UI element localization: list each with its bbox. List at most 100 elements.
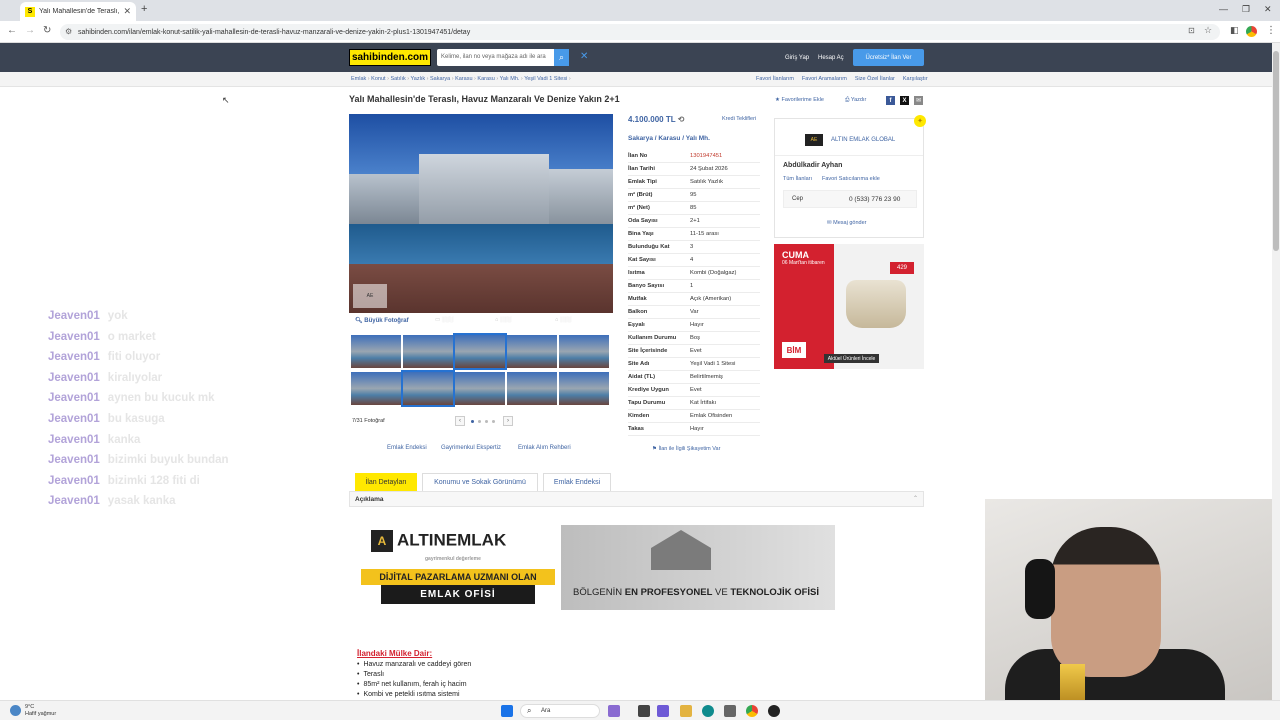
x-twitter-icon[interactable]: X [900, 96, 909, 105]
print-label: Yazdır [850, 97, 867, 103]
breadcrumb-item[interactable]: Konut [371, 76, 385, 82]
maximize-icon[interactable]: ❐ [1242, 4, 1250, 15]
close-window-icon[interactable]: ✕ [1264, 4, 1272, 15]
all-ads-link[interactable]: Tüm İlanları [783, 176, 812, 182]
chat-message: Jeaven01 kanka [48, 434, 140, 454]
photo-thumbnail[interactable] [403, 335, 453, 368]
breadcrumb-item[interactable]: Yalı Mh. [500, 76, 520, 82]
search-icon[interactable]: ⌕ [554, 49, 569, 66]
store-icon[interactable] [724, 705, 736, 717]
top-link[interactable]: Favori Aramalarım [802, 76, 847, 82]
favorite-seller-link[interactable]: Favori Satıcılarıma ekle [822, 176, 880, 182]
store-badge-icon: ✦ [914, 115, 926, 127]
top-link[interactable]: Size Özel İlanlar [855, 76, 895, 82]
extensions-icon[interactable]: ◧ [1230, 25, 1239, 36]
chrome-icon[interactable] [746, 705, 758, 717]
clear-search-icon[interactable]: ✕ [580, 51, 588, 62]
reload-icon[interactable]: ↻ [43, 25, 51, 36]
detail-row: Kullanım Durumu Boş [628, 332, 760, 345]
site-info-icon[interactable]: ⚙ [65, 27, 72, 36]
photo-thumbnail[interactable] [559, 335, 609, 368]
photo-thumbnail[interactable] [351, 372, 401, 405]
bim-ad-banner[interactable]: CUMA 06 Mart'tan itibaren 429 BİM Aktüel… [774, 244, 924, 369]
login-link[interactable]: Giriş Yap [785, 55, 809, 61]
close-tab-icon[interactable]: ✕ [123, 6, 131, 17]
photo-thumbnail[interactable] [455, 372, 505, 405]
send-message-link[interactable]: ✉ Mesaj gönder [827, 220, 866, 226]
photo-thumbnail[interactable] [351, 335, 401, 368]
install-icon[interactable]: ⊡ [1188, 26, 1195, 35]
photo-thumbnail[interactable] [453, 333, 507, 370]
phone-row[interactable]: Cep 0 (533) 776 23 90 [783, 190, 917, 208]
collapse-icon[interactable]: ⌃ [913, 495, 918, 502]
file-explorer-icon[interactable] [680, 705, 692, 717]
pager-dot[interactable] [485, 420, 488, 423]
url-input[interactable]: ⚙ sahibinden.com/ilan/emlak-konut-satili… [60, 24, 1220, 40]
bottle-image [1060, 664, 1085, 700]
ekspertiz-link[interactable]: Gayrimenkul Ekspertiz [441, 445, 501, 451]
breadcrumb-item[interactable]: Sakarya [430, 76, 450, 82]
add-favorite-link[interactable]: ★ Favorilerime Ekle [775, 97, 824, 103]
register-link[interactable]: Hesap Aç [818, 55, 844, 61]
price-history-icon[interactable]: ⟲ [678, 115, 685, 124]
forward-icon[interactable]: → [25, 25, 35, 36]
alim-rehberi-link[interactable]: Emlak Alım Rehberi [518, 445, 571, 451]
prev-page-icon[interactable]: ‹ [455, 416, 465, 426]
search-input[interactable]: Kelime, ilan no veya mağaza adı ile ara [437, 49, 556, 66]
new-tab-icon[interactable]: + [141, 3, 147, 15]
photo-thumbnail[interactable] [559, 372, 609, 405]
ad-cta-button[interactable]: Aktüel Ürünleri İncele [824, 354, 879, 363]
minimize-icon[interactable]: — [1219, 4, 1228, 14]
location-breadcrumb[interactable]: Sakarya / Karasu / Yalı Mh. [628, 135, 710, 142]
scrollbar-thumb[interactable] [1273, 51, 1279, 251]
breadcrumb-item[interactable]: Karasu [455, 76, 472, 82]
facebook-icon[interactable]: f [886, 96, 895, 105]
copilot-icon[interactable] [657, 705, 669, 717]
profile-avatar[interactable] [1246, 26, 1257, 37]
emlak-endeksi-link[interactable]: Emlak Endeksi [387, 445, 427, 451]
page-scrollbar[interactable] [1272, 43, 1280, 700]
detail-value: 4 [690, 257, 694, 263]
print-link[interactable]: ⎙ Yazdır [845, 97, 866, 104]
breadcrumb-item[interactable]: Yeşil Vadi 1 Sitesi [524, 76, 567, 82]
widgets-icon[interactable] [608, 705, 620, 717]
store-link[interactable]: AE ALTIN EMLAK GLOBAL [805, 134, 895, 146]
email-share-icon[interactable]: ✉ [914, 96, 923, 105]
back-icon[interactable]: ← [7, 25, 17, 36]
pager-dot[interactable] [492, 420, 495, 423]
photo-thumbnail[interactable] [507, 372, 557, 405]
breadcrumb-item[interactable]: Karasu [477, 76, 494, 82]
tab-emlak-endeksi[interactable]: Emlak Endeksi [543, 473, 611, 491]
main-photo[interactable]: AE [349, 114, 613, 313]
browser-tab[interactable]: S Yalı Mahallesin'de Teraslı, Havuz M ✕ [20, 2, 136, 21]
top-link[interactable]: Favori İlanlarım [756, 76, 794, 82]
sahibinden-favicon: S [25, 6, 35, 17]
pager-dot[interactable] [478, 420, 481, 423]
breadcrumb-item[interactable]: Satılık [390, 76, 405, 82]
breadcrumb-item[interactable]: Emlak [351, 76, 366, 82]
task-view-icon[interactable] [638, 705, 650, 717]
bookmark-star-icon[interactable]: ☆ [1204, 25, 1212, 36]
obs-icon[interactable] [768, 705, 780, 717]
credit-offers-link[interactable]: Kredi Teklifleri [722, 116, 756, 122]
post-ad-button[interactable]: Ücretsiz* İlan Ver [853, 49, 924, 66]
detail-value: 1301947451 [690, 153, 723, 159]
pager-dot[interactable] [471, 420, 474, 423]
photo-thumbnail[interactable] [507, 335, 557, 368]
weather-widget[interactable]: 9°C Hafif yağmur [10, 704, 56, 718]
start-icon[interactable] [501, 705, 513, 717]
photo-thumbnail[interactable] [401, 370, 455, 407]
next-page-icon[interactable]: › [503, 416, 513, 426]
menu-icon[interactable]: ⋮ [1266, 25, 1276, 36]
big-photo-link[interactable]: 🔍︎ Büyük Fotoğraf [355, 317, 409, 324]
complaint-link[interactable]: ⚑ İlan ile İlgili Şikayetim Var [652, 446, 720, 452]
weather-desc: Hafif yağmur [25, 711, 57, 717]
taskbar-search[interactable]: ⌕ Ara [520, 704, 600, 718]
tab-location[interactable]: Konumu ve Sokak Görünümü [422, 473, 538, 491]
site-logo[interactable]: sahibinden.com [349, 49, 431, 66]
detail-value: Var [690, 309, 699, 315]
top-link[interactable]: Karşılaştır [903, 76, 928, 82]
tab-listing-details[interactable]: İlan Detayları [355, 473, 417, 491]
breadcrumb-item[interactable]: Yazlık [411, 76, 426, 82]
edge-icon[interactable] [702, 705, 714, 717]
